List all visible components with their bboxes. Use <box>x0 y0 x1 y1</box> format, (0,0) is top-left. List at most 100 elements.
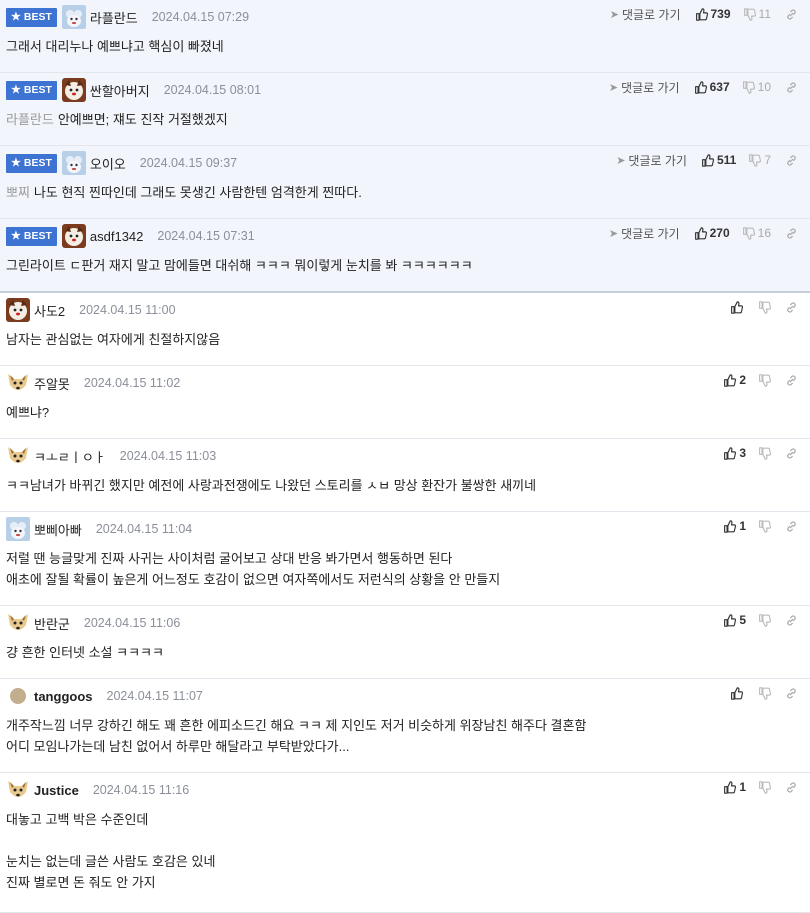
star-icon: ★ <box>11 83 21 96</box>
comment-body: ㅋㅋ남녀가 바뀌긴 했지만 예전에 사랑과전쟁에도 나왔던 스토리를 ㅅㅂ 망상… <box>6 475 800 496</box>
reply-link[interactable]: ➤ 댓글로 가기 <box>609 225 680 242</box>
nickname[interactable]: 라플란드 <box>90 8 138 27</box>
comment-line: 어디 모임나가는데 남친 없어서 하루만 해달라고 부탁받았다가... <box>6 739 350 754</box>
comment-line: 예쁘냐? <box>6 405 50 420</box>
reply-link[interactable]: ➤ 댓글로 가기 <box>616 152 687 169</box>
dislike-button[interactable] <box>758 519 771 533</box>
comment-text: 나도 현직 찐따인데 그래도 못생긴 사람한텐 엄격한게 찐따다. <box>33 185 362 200</box>
avatar[interactable] <box>61 151 86 175</box>
reply-link[interactable]: ➤ 댓글로 가기 <box>609 79 680 96</box>
dislike-button[interactable]: 11 <box>743 7 771 21</box>
comment-date: 2024.04.15 09:37 <box>139 156 238 170</box>
comment: Justice 2024.04.15 11:16 1 대놓고 고백 박은 수준인… <box>0 773 810 913</box>
copy-link-button[interactable] <box>785 301 798 314</box>
like-button[interactable]: 2 <box>723 373 746 387</box>
copy-link-button[interactable] <box>785 520 798 533</box>
copy-link-button[interactable] <box>785 447 798 460</box>
dislike-button[interactable] <box>758 446 771 460</box>
link-icon <box>785 447 798 460</box>
comment-line: 눈치는 없는데 글쓴 사람도 호감은 있네 <box>6 854 216 869</box>
comment-line: ㅋㅋ남녀가 바뀌긴 했지만 예전에 사랑과전쟁에도 나왔던 스토리를 ㅅㅂ 망상… <box>6 478 537 493</box>
like-button[interactable]: 511 <box>701 153 736 167</box>
best-label: BEST <box>23 157 52 169</box>
copy-link-button[interactable] <box>785 81 798 94</box>
dislike-button[interactable] <box>758 613 771 627</box>
avatar[interactable] <box>6 371 30 395</box>
like-button[interactable]: 270 <box>694 226 730 240</box>
dislike-button[interactable]: 7 <box>748 153 771 167</box>
mention-nickname[interactable]: 뽀찌 <box>6 185 30 200</box>
like-button[interactable]: 5 <box>723 613 746 627</box>
comment-body: 남자는 관심없는 여자에게 친절하지않음 <box>6 329 800 350</box>
nickname[interactable]: ㅋㅗㄹㅣㅇㅏ <box>34 447 106 466</box>
reply-link[interactable]: ➤ 댓글로 가기 <box>610 6 681 23</box>
dislike-button[interactable] <box>758 373 771 387</box>
thumbs-up-icon <box>730 686 743 700</box>
copy-link-button[interactable] <box>785 781 798 794</box>
dislike-count: 16 <box>757 226 771 240</box>
avatar[interactable] <box>6 517 30 541</box>
comment-header: ★ BEST asdf1342 2024.04.15 07:31 <box>6 224 255 248</box>
comment-line: 걍 흔한 인터넷 소설 ㅋㅋㅋㅋ <box>6 645 164 660</box>
comment-body: 예쁘냐? <box>6 402 800 423</box>
comment-header: ★ BEST 오이오 2024.04.15 09:37 <box>6 151 238 175</box>
comment-header: ㅋㅗㄹㅣㅇㅏ 2024.04.15 11:03 <box>6 445 216 467</box>
avatar[interactable] <box>61 224 86 248</box>
dislike-button[interactable]: 16 <box>742 226 771 240</box>
comment-date: 2024.04.15 11:00 <box>79 303 176 317</box>
best-label: BEST <box>23 230 52 242</box>
like-count: 270 <box>709 226 730 240</box>
copy-link-button[interactable] <box>785 687 798 700</box>
nickname[interactable]: tanggoos <box>34 689 93 704</box>
like-button[interactable] <box>730 686 746 700</box>
dislike-button[interactable] <box>758 686 771 700</box>
like-button[interactable] <box>730 300 746 314</box>
like-button[interactable]: 3 <box>723 446 746 460</box>
mention-nickname[interactable]: 라플란드 <box>6 112 54 127</box>
comment-date: 2024.04.15 11:07 <box>106 689 203 703</box>
nickname[interactable]: Justice <box>34 783 79 798</box>
dislike-button[interactable] <box>758 300 771 314</box>
reply-label: 댓글로 가기 <box>621 226 680 241</box>
send-arrow-icon: ➤ <box>608 227 619 240</box>
like-button[interactable]: 739 <box>695 7 731 21</box>
comment-actions <box>730 299 798 315</box>
like-count: 3 <box>739 446 746 460</box>
copy-link-button[interactable] <box>785 374 798 387</box>
comment-date: 2024.04.15 08:01 <box>163 83 262 97</box>
thumbs-down-icon <box>748 153 762 167</box>
thumbs-down-icon <box>758 780 771 794</box>
nickname[interactable]: 주알못 <box>34 374 70 393</box>
nickname[interactable]: 오이오 <box>90 154 126 173</box>
comment: ㅋㅗㄹㅣㅇㅏ 2024.04.15 11:03 3 ㅋㅋ남녀가 바뀌긴 했지만 … <box>0 439 810 512</box>
link-icon <box>785 687 798 700</box>
nickname[interactable]: 반란군 <box>34 614 70 633</box>
copy-link-button[interactable] <box>785 614 798 627</box>
link-icon <box>785 8 798 21</box>
avatar[interactable] <box>6 298 30 322</box>
avatar[interactable] <box>6 444 30 468</box>
copy-link-button[interactable] <box>785 154 798 167</box>
nickname[interactable]: 싼할아버지 <box>90 81 150 100</box>
comment-date: 2024.04.15 07:31 <box>157 229 255 243</box>
avatar[interactable] <box>6 611 30 635</box>
nickname[interactable]: 뽀삐아빠 <box>34 520 82 539</box>
avatar[interactable] <box>6 684 30 708</box>
like-button[interactable]: 637 <box>694 80 730 94</box>
like-button[interactable]: 1 <box>723 780 746 794</box>
avatar[interactable] <box>61 5 86 29</box>
dislike-button[interactable]: 10 <box>742 80 771 94</box>
avatar[interactable] <box>61 78 86 102</box>
avatar[interactable] <box>6 778 30 802</box>
copy-link-button[interactable] <box>785 227 798 240</box>
thumbs-down-icon <box>742 80 755 94</box>
nickname[interactable]: asdf1342 <box>90 229 144 244</box>
like-button[interactable]: 1 <box>723 519 746 533</box>
copy-link-button[interactable] <box>785 8 798 21</box>
link-icon <box>785 301 798 314</box>
comment-header: 사도2 2024.04.15 11:00 <box>6 298 176 322</box>
nickname[interactable]: 사도2 <box>34 301 65 320</box>
best-comment: ★ BEST 오이오 2024.04.15 09:37 ➤ 댓글로 가기 511 7… <box>0 146 810 219</box>
send-arrow-icon: ➤ <box>608 81 619 94</box>
dislike-button[interactable] <box>758 780 771 794</box>
